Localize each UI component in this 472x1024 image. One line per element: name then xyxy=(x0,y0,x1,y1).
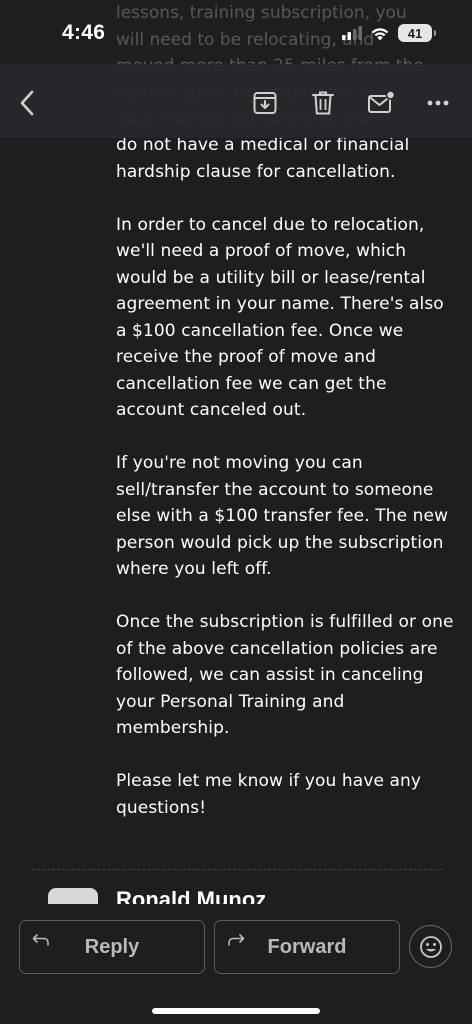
email-toolbar xyxy=(0,64,472,138)
emoji-reaction-button[interactable] xyxy=(409,925,452,968)
mark-unread-button[interactable] xyxy=(366,88,396,118)
delete-button[interactable] xyxy=(308,88,338,118)
archive-box-icon xyxy=(253,92,277,114)
email-paragraph: Once the subscription is fulfilled or on… xyxy=(116,612,454,738)
status-bar: 4:46 41 xyxy=(0,0,472,64)
smiley-face-icon xyxy=(419,935,442,958)
email-paragraph: In order to cancel due to relocation, we… xyxy=(116,214,444,421)
reply-arrow-icon xyxy=(32,934,49,946)
battery-icon: 41 xyxy=(398,24,436,42)
battery-level: 41 xyxy=(407,25,423,41)
more-horizontal-icon xyxy=(427,100,449,106)
trash-icon xyxy=(312,91,334,115)
reply-label: Reply xyxy=(84,935,140,958)
status-time: 4:46 xyxy=(62,21,106,44)
home-indicator[interactable] xyxy=(152,1008,320,1014)
email-body: do not have a medical or financial hards… xyxy=(116,132,456,848)
email-paragraph: do not have a medical or financial hards… xyxy=(116,135,410,182)
mail-unread-icon xyxy=(368,90,395,113)
cellular-signal-icon xyxy=(342,26,362,40)
forward-button[interactable]: Forward xyxy=(214,920,400,974)
message-divider xyxy=(32,869,442,870)
status-icons: 41 xyxy=(342,24,436,42)
battery-nub xyxy=(434,30,436,36)
email-paragraph: Please let me know if you have any quest… xyxy=(116,771,422,818)
more-options-button[interactable] xyxy=(423,88,453,118)
chevron-left-icon xyxy=(20,90,34,116)
reply-button[interactable]: Reply xyxy=(19,920,205,974)
archive-button[interactable] xyxy=(250,88,280,118)
bottom-action-bar: Reply Forward xyxy=(0,904,472,1024)
forward-label: Forward xyxy=(267,935,347,958)
back-button[interactable] xyxy=(12,86,42,120)
forward-arrow-icon xyxy=(228,934,245,946)
wifi-icon xyxy=(371,27,389,40)
email-paragraph: If you're not moving you can sell/transf… xyxy=(116,453,449,579)
email-detail-screen: lessons, training subscription, you will… xyxy=(0,0,472,1024)
